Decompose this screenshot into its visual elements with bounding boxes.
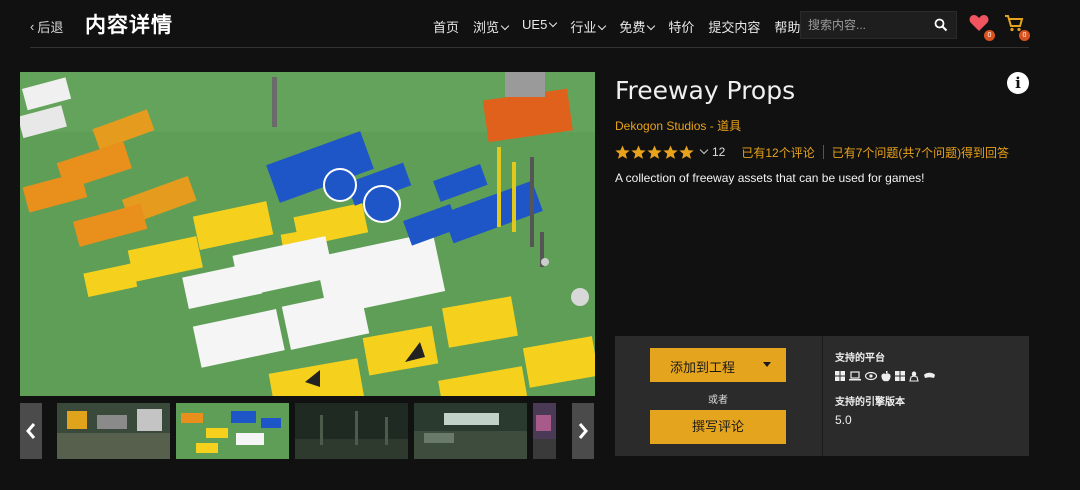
rating-row: 12 已有12个评论 已有7个问题(共7个问题)得到回答 (615, 143, 1009, 161)
product-title: Freeway Props (615, 76, 796, 105)
add-to-project-label: 添加到工程 (670, 360, 736, 375)
search-icon[interactable] (934, 18, 948, 32)
chevron-down-icon (647, 21, 656, 31)
add-to-project-button[interactable]: 添加到工程 (650, 348, 786, 382)
page-title: 内容详情 (85, 14, 173, 37)
cart-count-badge: 0 (1019, 30, 1030, 41)
publisher-link[interactable]: Dekogon Studios (615, 119, 706, 133)
search-box (800, 11, 957, 39)
publisher-line: Dekogon Studios - 道具 (615, 117, 741, 134)
rating-stars[interactable] (615, 144, 695, 160)
nav-item-sale[interactable]: 特价 (668, 17, 694, 36)
chevron-down-icon[interactable] (699, 145, 709, 155)
chevron-left-icon: ‹ (30, 19, 35, 34)
product-description: A collection of freeway assets that can … (615, 171, 925, 185)
cart-icon (1005, 15, 1024, 32)
nav-item-ue5[interactable]: UE5 (522, 17, 558, 36)
thumbnail-2[interactable] (176, 403, 289, 459)
back-label: 后退 (37, 20, 64, 35)
thumbnail-1[interactable] (57, 403, 170, 459)
heart-icon (969, 15, 989, 31)
linux-icon (909, 371, 919, 382)
nav-item-help[interactable]: 帮助 (774, 17, 800, 36)
previous-image-button[interactable] (20, 403, 42, 459)
engine-version-heading: 支持的引擎版本 (835, 397, 905, 408)
nav-item-browse[interactable]: 浏览 (473, 17, 510, 36)
nav-item-home[interactable]: 首页 (433, 17, 459, 36)
engine-version: 5.0 (835, 413, 852, 427)
publisher-separator: - (706, 119, 718, 133)
back-button[interactable]: ‹ 后退 (30, 17, 63, 36)
info-icon[interactable]: i (1007, 72, 1029, 94)
rating-count: 12 (712, 145, 726, 159)
main-nav: 首页 浏览 UE5 行业 免费 特价 提交内容 帮助 (433, 17, 814, 36)
cart-button[interactable]: 0 (1004, 14, 1030, 41)
star-icon (663, 144, 678, 159)
thumbnail-3[interactable] (295, 403, 408, 459)
thumbnail-4[interactable] (414, 403, 527, 459)
windows-icon (835, 371, 845, 381)
chevron-down-icon (598, 21, 607, 31)
chevron-down-icon (549, 18, 558, 28)
windows-icon (895, 371, 905, 381)
wishlist-count-badge: 0 (984, 30, 995, 41)
wishlist-button[interactable]: 0 (969, 14, 995, 41)
laptop-icon (849, 371, 861, 381)
top-bar: ‹ 后退 内容详情 首页 浏览 UE5 行业 免费 特价 提交内容 帮助 0 0 (0, 0, 1080, 48)
category-link[interactable]: 道具 (717, 119, 741, 133)
caret-down-icon[interactable] (763, 362, 771, 367)
platform-icons (835, 371, 940, 382)
chevron-left-icon (26, 423, 36, 439)
nav-item-industry[interactable]: 行业 (570, 17, 607, 36)
nav-item-free[interactable]: 免费 (619, 17, 656, 36)
next-image-button[interactable] (572, 403, 594, 459)
header-divider (30, 47, 1029, 48)
apple-icon (881, 371, 891, 382)
hero-image[interactable] (20, 72, 595, 396)
star-icon (631, 144, 646, 159)
questions-link[interactable]: 已有7个问题(共7个问题)得到回答 (832, 144, 1009, 161)
panel-divider (822, 336, 823, 456)
search-input[interactable] (808, 17, 928, 33)
eye-icon (865, 371, 877, 381)
star-icon (615, 144, 630, 159)
write-review-button[interactable]: 撰写评论 (650, 410, 786, 444)
action-panel: 添加到工程 或者 撰写评论 支持的平台 支持的引擎版本 5.0 (615, 336, 1029, 456)
divider (822, 145, 824, 159)
hololens-icon (924, 372, 935, 378)
thumbnail-5[interactable] (533, 403, 556, 459)
thumbnail-strip (20, 403, 595, 459)
chevron-down-icon (500, 21, 510, 31)
platforms-heading: 支持的平台 (835, 353, 885, 364)
chevron-right-icon (578, 423, 588, 439)
or-text: 或者 (708, 395, 728, 406)
star-icon (647, 144, 662, 159)
reviews-link[interactable]: 已有12个评论 (741, 144, 814, 161)
star-icon (679, 144, 694, 159)
nav-item-submit[interactable]: 提交内容 (708, 17, 760, 36)
